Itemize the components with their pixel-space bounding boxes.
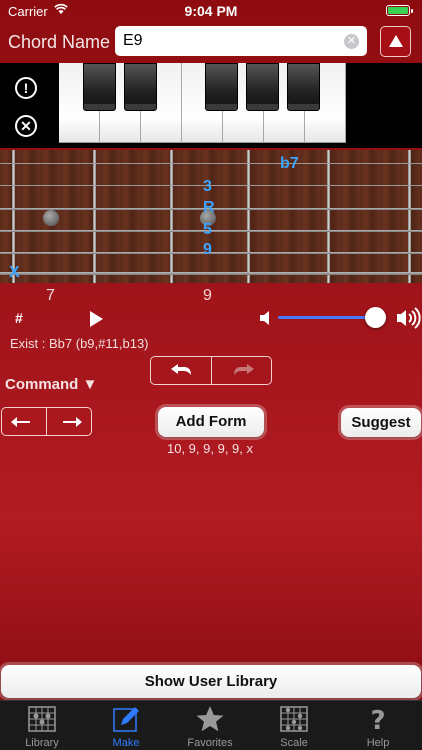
chord-name-label: Chord Name <box>8 32 111 52</box>
note-label[interactable]: 9 <box>203 241 212 259</box>
alert-icon[interactable]: ! <box>15 77 37 99</box>
triangle-up-icon <box>389 35 403 47</box>
command-menu[interactable]: Command ▼ <box>5 376 97 393</box>
sharp-toggle[interactable]: # <box>15 310 23 326</box>
note-label[interactable]: R <box>203 199 215 217</box>
previous-form-button[interactable] <box>2 408 46 435</box>
add-form-button[interactable]: Add Form <box>158 407 264 437</box>
clear-text-icon[interactable]: ✕ <box>344 34 359 49</box>
fretboard[interactable]: b7 3 R 5 9 X <box>0 150 422 283</box>
tab-favorites[interactable]: Favorites <box>168 701 252 750</box>
star-icon <box>196 706 224 732</box>
fret-wire <box>247 150 250 283</box>
tab-bar: Library Make Favorites Scale ? Help <box>0 700 422 750</box>
chord-name-input[interactable] <box>115 26 367 56</box>
tab-label: Make <box>112 737 140 749</box>
suggest-button[interactable]: Suggest <box>341 408 421 437</box>
question-icon: ? <box>370 706 385 733</box>
guitar-string <box>0 272 422 275</box>
guitar-string <box>0 163 422 164</box>
redo-button[interactable] <box>210 357 272 384</box>
form-nav-group <box>1 407 92 436</box>
clock: 9:04 PM <box>184 3 238 19</box>
piano-black-key[interactable] <box>205 63 238 111</box>
piano-black-key[interactable] <box>246 63 279 111</box>
next-form-button[interactable] <box>46 408 91 435</box>
tab-scale[interactable]: Scale <box>252 701 336 750</box>
tab-label: Help <box>366 737 390 749</box>
arrow-left-icon <box>11 417 30 427</box>
volume-slider-knob[interactable] <box>365 307 387 328</box>
speaker-high-icon <box>397 307 421 329</box>
svg-text:?: ? <box>370 706 385 733</box>
redo-icon <box>233 364 254 375</box>
undo-button[interactable] <box>151 357 211 384</box>
fret-wire <box>170 150 173 283</box>
fret-inlay-dot <box>43 210 59 226</box>
chord-grid-icon <box>28 706 56 732</box>
close-circle-icon[interactable]: ✕ <box>15 115 37 137</box>
piano-black-key[interactable] <box>83 63 116 111</box>
muted-string-marker[interactable]: X <box>9 264 20 282</box>
tab-help[interactable]: ? Help <box>336 701 420 750</box>
header: Chord Name ✕ <box>0 22 422 62</box>
fret-number: 7 <box>46 287 55 304</box>
tab-label: Scale <box>280 737 308 749</box>
piano-keyboard[interactable] <box>59 63 349 143</box>
tab-label: Library <box>25 737 59 749</box>
fret-number: 9 <box>203 287 212 304</box>
exist-chord-text: Exist : Bb7 (b9,#11,b13) <box>10 336 149 351</box>
fret-wire <box>408 150 411 283</box>
scale-grid-icon <box>280 706 308 732</box>
collapse-button[interactable] <box>380 26 411 57</box>
fret-wire <box>93 150 96 283</box>
piano-area: ! ✕ <box>0 63 422 148</box>
show-user-library-button[interactable]: Show User Library <box>1 665 421 698</box>
pencil-icon <box>113 707 139 732</box>
piano-black-key[interactable] <box>124 63 157 111</box>
battery-icon <box>386 5 413 16</box>
fret-wire <box>327 150 330 283</box>
arrow-right-icon <box>63 417 82 427</box>
piano-black-key[interactable] <box>287 63 320 111</box>
speaker-low-icon <box>260 311 269 325</box>
tab-library[interactable]: Library <box>0 701 84 750</box>
note-label[interactable]: b7 <box>280 155 299 173</box>
note-label[interactable]: 3 <box>203 178 212 196</box>
undo-redo-group <box>150 356 272 385</box>
form-fingering-text: 10, 9, 9, 9, 9, x <box>167 441 253 456</box>
status-bar: Carrier 9:04 PM <box>0 0 422 22</box>
tab-label: Favorites <box>187 737 233 749</box>
play-icon[interactable] <box>90 311 103 327</box>
undo-icon <box>171 364 191 375</box>
note-label[interactable]: 5 <box>203 221 212 239</box>
tab-make[interactable]: Make <box>84 701 168 750</box>
app-screen: Carrier 9:04 PM Chord Name ✕ ! ✕ <box>0 0 422 750</box>
